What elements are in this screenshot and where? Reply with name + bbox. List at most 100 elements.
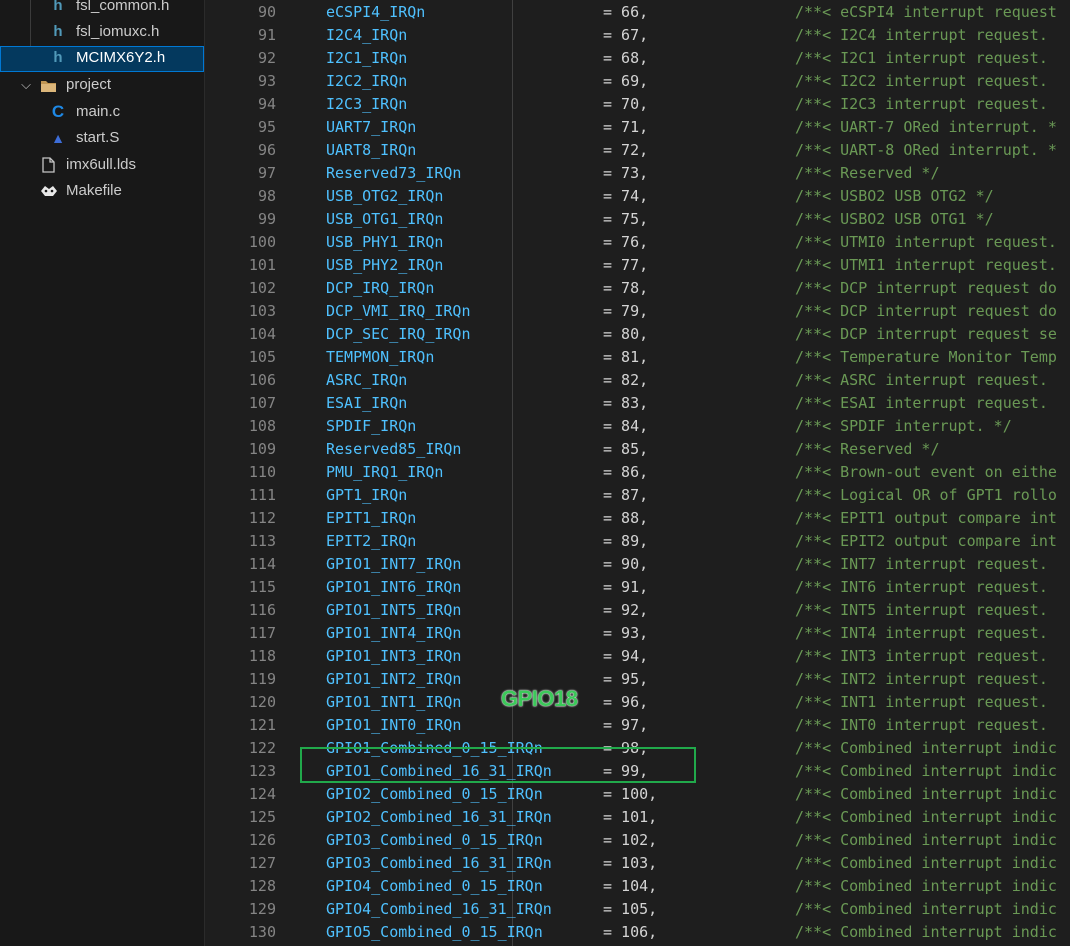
folder-icon [40, 73, 56, 101]
chevron-down-icon[interactable]: ⌵ [18, 73, 34, 97]
code-line[interactable]: 101 USB_PHY2_IRQn = 77, /**< UTMI1 interrup… [205, 254, 1070, 277]
code-editor[interactable]: 90 eCSPI4_IRQn = 66, /**< eCSPI4 interrupt … [205, 0, 1070, 946]
code-line[interactable]: 120 GPIO1_INT1_IRQn = 96, /**< INT1 interru… [205, 691, 1070, 714]
code-line[interactable]: 96 UART8_IRQn = 72, /**< UART-8 ORed interr… [205, 139, 1070, 162]
code-line[interactable]: 98 USB_OTG2_IRQn = 74, /**< USBO2 USB OTG2 … [205, 185, 1070, 208]
code-line[interactable]: 97 Reserved73_IRQn = 73, /**< Reserved */ [205, 162, 1070, 185]
enum-value: = 66, [603, 3, 649, 21]
line-number: 114 [248, 555, 276, 573]
enum-value: = 74, [603, 187, 649, 205]
tree-item[interactable]: h fsl_iomuxc.h [0, 20, 204, 46]
code-line[interactable]: 95 UART7_IRQn = 71, /**< UART-7 ORed interr… [205, 116, 1070, 139]
line-number: 101 [248, 256, 276, 274]
code-line[interactable]: 119 GPIO1_INT2_IRQn = 95, /**< INT2 interru… [205, 668, 1070, 691]
tree-item-label: imx6ull.lds [66, 156, 137, 173]
tree-item[interactable]: Makefile [0, 179, 204, 205]
code-comment: /**< UART-8 ORed interrupt. * [795, 141, 1057, 159]
enum-value: = 87, [603, 486, 649, 504]
enum-value: = 72, [603, 141, 649, 159]
enum-value: = 80, [603, 325, 649, 343]
code-comment: /**< Temperature Monitor Temp [795, 348, 1057, 366]
line-number: 109 [248, 440, 276, 458]
tree-item[interactable]: h fsl_common.h [0, 0, 204, 20]
asm-file-icon: ▲ [51, 130, 65, 146]
code-line[interactable]: 105 TEMPMON_IRQn = 81, /**< Temperature Mon… [205, 346, 1070, 369]
code-comment: /**< DCP interrupt request se [795, 325, 1057, 343]
line-number: 91 [257, 26, 276, 44]
code-line[interactable]: 125 GPIO2_Combined_16_31_IRQn = 101, /**< C… [205, 806, 1070, 829]
code-comment: /**< INT5 interrupt request. [795, 601, 1048, 619]
enum-value: = 85, [603, 440, 649, 458]
code-line[interactable]: 91 I2C4_IRQn = 67, /**< I2C4 interrupt requ… [205, 24, 1070, 47]
code-line[interactable]: 111 GPT1_IRQn = 87, /**< Logical OR of GPT1… [205, 484, 1070, 507]
code-line[interactable]: 115 GPIO1_INT6_IRQn = 91, /**< INT6 interru… [205, 576, 1070, 599]
code-comment: /**< INT4 interrupt request. [795, 624, 1048, 642]
tree-item[interactable]: ▲ start.S [0, 126, 204, 152]
enum-identifier: I2C4_IRQn [326, 26, 408, 44]
enum-identifier: GPIO4_Combined_16_31_IRQn [326, 900, 552, 918]
enum-value: = 91, [603, 578, 649, 596]
enum-value: = 106, [603, 923, 658, 941]
code-line[interactable]: 94 I2C3_IRQn = 70, /**< I2C3 interrupt requ… [205, 93, 1070, 116]
enum-identifier: ESAI_IRQn [326, 394, 408, 412]
enum-value: = 73, [603, 164, 649, 182]
enum-identifier: GPIO1_INT3_IRQn [326, 647, 462, 665]
code-line[interactable]: 118 GPIO1_INT3_IRQn = 94, /**< INT3 interru… [205, 645, 1070, 668]
code-line[interactable]: 107 ESAI_IRQn = 83, /**< ESAI interrupt req… [205, 392, 1070, 415]
code-comment: /**< Combined interrupt indic [795, 831, 1057, 849]
tree-item-label: start.S [76, 129, 120, 146]
enum-value: = 102, [603, 831, 658, 849]
code-comment: /**< I2C1 interrupt request. [795, 49, 1048, 67]
tree-item-label: project [66, 76, 112, 93]
annotation-label: GPIO18 [501, 686, 578, 711]
code-line[interactable]: 102 DCP_IRQ_IRQn = 78, /**< DCP interrupt r… [205, 277, 1070, 300]
code-line[interactable]: 93 I2C2_IRQn = 69, /**< I2C2 interrupt requ… [205, 70, 1070, 93]
enum-identifier: GPIO1_INT7_IRQn [326, 555, 462, 573]
code-line[interactable]: 110 PMU_IRQ1_IRQn = 86, /**< Brown-out even… [205, 461, 1070, 484]
enum-value: = 78, [603, 279, 649, 297]
code-line[interactable]: 114 GPIO1_INT7_IRQn = 90, /**< INT7 interru… [205, 553, 1070, 576]
code-line[interactable]: 108 SPDIF_IRQn = 84, /**< SPDIF interrupt. … [205, 415, 1070, 438]
enum-value: = 84, [603, 417, 649, 435]
line-number: 105 [248, 348, 276, 366]
code-line[interactable]: 99 USB_OTG1_IRQn = 75, /**< USBO2 USB OTG1 … [205, 208, 1070, 231]
code-line[interactable]: 112 EPIT1_IRQn = 88, /**< EPIT1 output comp… [205, 507, 1070, 530]
code-line[interactable]: 106 ASRC_IRQn = 82, /**< ASRC interrupt req… [205, 369, 1070, 392]
code-line[interactable]: 117 GPIO1_INT4_IRQn = 93, /**< INT4 interru… [205, 622, 1070, 645]
tree-item[interactable]: h MCIMX6Y2.h [0, 46, 204, 72]
line-number: 110 [248, 463, 276, 481]
enum-identifier: GPIO1_INT1_IRQn [326, 693, 462, 711]
code-line[interactable]: 116 GPIO1_INT5_IRQn = 92, /**< INT5 interru… [205, 599, 1070, 622]
code-line[interactable]: 130 GPIO5_Combined_0_15_IRQn = 106, /**< Co… [205, 921, 1070, 944]
code-line[interactable]: 121 GPIO1_INT0_IRQn = 97, /**< INT0 interru… [205, 714, 1070, 737]
code-line[interactable]: 124 GPIO2_Combined_0_15_IRQn = 100, /**< Co… [205, 783, 1070, 806]
code-line[interactable]: 90 eCSPI4_IRQn = 66, /**< eCSPI4 interrupt … [205, 1, 1070, 24]
code-line[interactable]: 92 I2C1_IRQn = 68, /**< I2C1 interrupt requ… [205, 47, 1070, 70]
enum-value: = 90, [603, 555, 649, 573]
code-line[interactable]: 127 GPIO3_Combined_16_31_IRQn = 103, /**< C… [205, 852, 1070, 875]
line-number: 121 [248, 716, 276, 734]
code-line[interactable]: 126 GPIO3_Combined_0_15_IRQn = 102, /**< Co… [205, 829, 1070, 852]
h-file-icon: h [53, 23, 63, 40]
code-comment: /**< INT3 interrupt request. [795, 647, 1048, 665]
enum-value: = 89, [603, 532, 649, 550]
code-line[interactable]: 129 GPIO4_Combined_16_31_IRQn = 105, /**< C… [205, 898, 1070, 921]
code-line[interactable]: 128 GPIO4_Combined_0_15_IRQn = 104, /**< Co… [205, 875, 1070, 898]
tree-item[interactable]: imx6ull.lds [0, 153, 204, 179]
enum-value: = 88, [603, 509, 649, 527]
enum-value: = 92, [603, 601, 649, 619]
enum-value: = 101, [603, 808, 658, 826]
code-comment: /**< INT0 interrupt request. [795, 716, 1048, 734]
line-number: 126 [248, 831, 276, 849]
code-line[interactable]: 109 Reserved85_IRQn = 85, /**< Reserved */ [205, 438, 1070, 461]
code-line[interactable]: 104 DCP_SEC_IRQ_IRQn = 80, /**< DCP interru… [205, 323, 1070, 346]
tree-item[interactable]: ⌵ project [0, 73, 204, 99]
code-comment: /**< INT6 interrupt request. [795, 578, 1048, 596]
code-line[interactable]: 103 DCP_VMI_IRQ_IRQn = 79, /**< DCP interru… [205, 300, 1070, 323]
tree-item[interactable]: Cmain.c [0, 100, 204, 126]
enum-value: = 70, [603, 95, 649, 113]
line-number: 108 [248, 417, 276, 435]
code-line[interactable]: 100 USB_PHY1_IRQn = 76, /**< UTMI0 interrup… [205, 231, 1070, 254]
code-line[interactable]: 113 EPIT2_IRQn = 89, /**< EPIT2 output comp… [205, 530, 1070, 553]
enum-identifier: GPIO1_INT2_IRQn [326, 670, 462, 688]
